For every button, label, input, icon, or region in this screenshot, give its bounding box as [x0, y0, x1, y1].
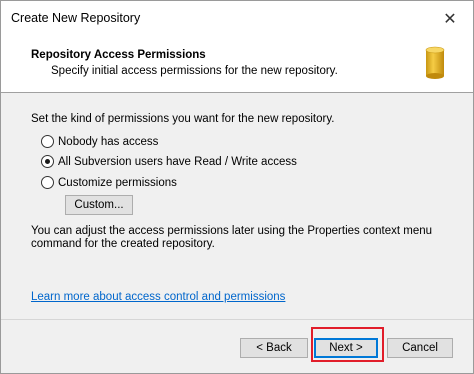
wizard-header: Repository Access Permissions Specify in…	[1, 37, 473, 93]
page-title: Repository Access Permissions	[31, 49, 206, 61]
page-subtitle: Specify initial access permissions for t…	[51, 65, 338, 77]
dialog-window: Create New Repository ✕ Repository Acces…	[0, 0, 474, 374]
database-icon	[425, 46, 445, 79]
cancel-button[interactable]: Cancel	[387, 338, 453, 358]
radio-label: All Subversion users have Read / Write a…	[58, 155, 297, 168]
radio-all-users-readwrite[interactable]: All Subversion users have Read / Write a…	[41, 155, 297, 168]
radio-customize-permissions[interactable]: Customize permissions	[41, 176, 177, 189]
back-button[interactable]: < Back	[240, 338, 308, 358]
permissions-note: You can adjust the access permissions la…	[31, 225, 433, 250]
close-button[interactable]: ✕	[427, 1, 473, 37]
radio-button-checked[interactable]	[41, 155, 54, 168]
radio-nobody-access[interactable]: Nobody has access	[41, 135, 158, 148]
radio-label: Customize permissions	[58, 176, 177, 189]
title-bar: Create New Repository ✕	[1, 1, 473, 37]
radio-button-unchecked[interactable]	[41, 135, 54, 148]
radio-button-unchecked[interactable]	[41, 176, 54, 189]
custom-button[interactable]: Custom...	[65, 195, 133, 215]
next-button[interactable]: Next >	[314, 338, 378, 358]
wizard-content: Set the kind of permissions you want for…	[1, 93, 473, 319]
close-icon: ✕	[443, 11, 457, 28]
learn-more-link[interactable]: Learn more about access control and perm…	[31, 291, 285, 303]
permissions-intro: Set the kind of permissions you want for…	[31, 113, 335, 125]
window-title: Create New Repository	[11, 11, 141, 25]
radio-label: Nobody has access	[58, 135, 159, 148]
